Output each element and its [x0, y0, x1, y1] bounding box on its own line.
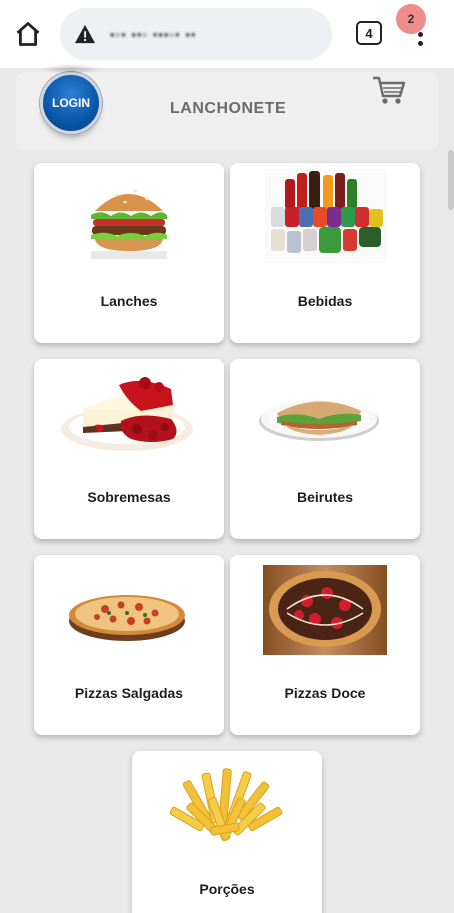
- category-label: Beirutes: [296, 489, 354, 505]
- sweet-pizza-image: [257, 561, 393, 655]
- category-grid: Lanches Bebidas Sobremesas Beirutes Pizz…: [0, 0, 454, 913]
- category-card-bebidas[interactable]: Bebidas: [230, 163, 420, 343]
- drinks-image: [257, 169, 393, 263]
- cheesecake-image: [61, 365, 197, 459]
- scrollbar[interactable]: [448, 150, 454, 210]
- category-label: Sobremesas: [87, 489, 171, 505]
- pizza-image: [61, 561, 197, 655]
- beirute-sandwich-image: [257, 365, 393, 459]
- category-label: Pizzas Doce: [284, 685, 366, 701]
- category-card-beirutes[interactable]: Beirutes: [230, 359, 420, 539]
- category-card-sobremesas[interactable]: Sobremesas: [34, 359, 224, 539]
- category-label: Lanches: [100, 293, 158, 309]
- burger-image: [61, 169, 197, 263]
- category-card-pizzas-salgadas[interactable]: Pizzas Salgadas: [34, 555, 224, 735]
- category-label: Pizzas Salgadas: [74, 685, 184, 701]
- category-card-porcoes[interactable]: Porções: [132, 751, 322, 913]
- category-card-pizzas-doce[interactable]: Pizzas Doce: [230, 555, 420, 735]
- fries-image: [159, 757, 295, 851]
- category-card-lanches[interactable]: Lanches: [34, 163, 224, 343]
- category-label: Porções: [199, 881, 255, 897]
- category-label: Bebidas: [297, 293, 353, 309]
